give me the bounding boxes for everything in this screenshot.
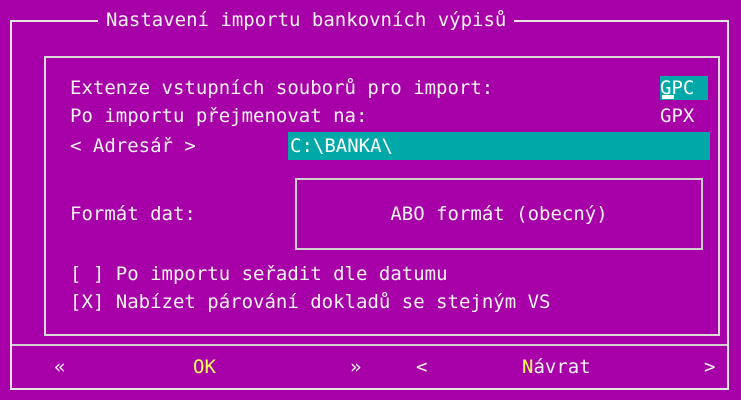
button-separator (12, 344, 727, 346)
dialog-title: Nastavení importu bankovních výpisů (98, 7, 515, 33)
directory-button[interactable]: < Adresář > (70, 134, 196, 158)
back-hotkey: N (522, 356, 534, 378)
back-left-marker: < (416, 356, 428, 378)
checkbox-label: Po importu seřadit dle datumu (115, 263, 448, 285)
checkbox-box: [ ] (70, 263, 105, 285)
rename-label: Po importu přejmenovat na: (70, 105, 368, 127)
ok-right-marker: » (350, 356, 362, 378)
rename-input[interactable]: GPX (660, 104, 694, 128)
sort-by-date-checkbox[interactable]: [ ] Po importu seřadit dle datumu (70, 262, 448, 286)
checkbox-box: [X] (70, 291, 105, 313)
text-cursor (662, 95, 674, 99)
ok-left-marker: « (54, 356, 66, 378)
extension-input[interactable]: GPC (660, 76, 708, 100)
format-value: ABO formát (obecný) (390, 203, 608, 225)
offer-pairing-checkbox[interactable]: [X] Nabízet párování dokladů se stejným … (70, 290, 550, 314)
extension-label: Extenze vstupních souborů pro import: (70, 77, 494, 99)
back-label: Návrat (522, 355, 591, 379)
back-label-rest: ávrat (533, 356, 591, 378)
back-right-marker: > (704, 356, 716, 378)
ok-label: OK (193, 356, 216, 378)
directory-input[interactable]: C:\BANKA\ (288, 132, 710, 160)
checkbox-label: Nabízet párování dokladů se stejným VS (115, 291, 551, 313)
format-label: Formát dat: (70, 203, 196, 225)
format-select[interactable]: ABO formát (obecný) (295, 178, 703, 250)
